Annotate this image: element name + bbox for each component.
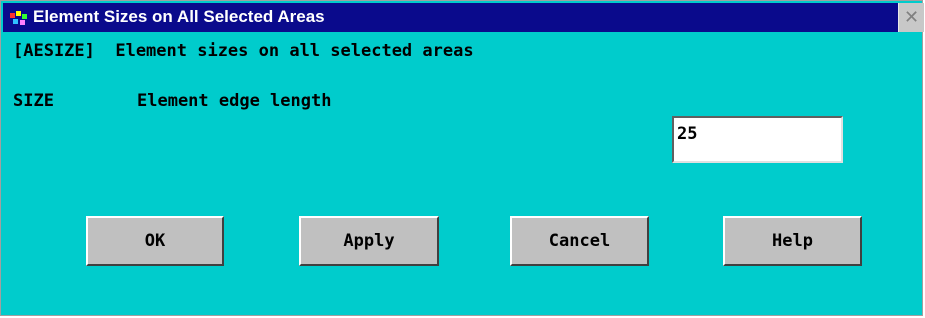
size-parameter-label: Element edge length: [137, 91, 332, 111]
close-icon: ✕: [903, 7, 920, 28]
close-button[interactable]: ✕: [898, 3, 924, 32]
app-icon: [10, 11, 27, 25]
element-edge-length-input[interactable]: 25: [672, 116, 843, 163]
dialog-window: Element Sizes on All Selected Areas ✕ [A…: [0, 0, 924, 316]
command-description: [AESIZE] Element sizes on all selected a…: [13, 41, 474, 61]
title-bar[interactable]: Element Sizes on All Selected Areas ✕: [3, 3, 924, 32]
window-title: Element Sizes on All Selected Areas: [33, 7, 325, 26]
cancel-button[interactable]: Cancel: [510, 216, 649, 266]
help-button[interactable]: Help: [723, 216, 862, 266]
ok-button[interactable]: OK: [86, 216, 224, 266]
size-parameter-code: SIZE: [13, 91, 54, 111]
apply-button[interactable]: Apply: [299, 216, 439, 266]
